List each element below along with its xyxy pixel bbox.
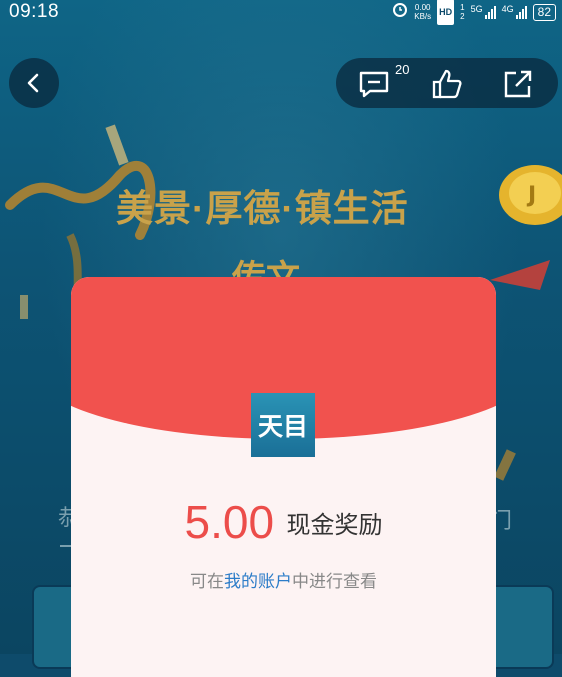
thumbs-up-icon	[432, 69, 462, 99]
signal-5g: 5G	[471, 5, 496, 19]
back-icon	[27, 73, 39, 93]
comment-count: 20	[395, 62, 410, 77]
reward-label: 现金奖励	[286, 511, 383, 539]
share-icon	[504, 70, 532, 98]
alarm-icon	[392, 0, 408, 24]
reward-amount: 5.00	[184, 496, 275, 548]
share-button[interactable]	[502, 68, 534, 100]
my-account-link[interactable]: 我的账户	[224, 572, 292, 591]
back-button[interactable]	[9, 58, 59, 108]
reward-amount-row: 5.00 现金奖励	[71, 495, 496, 549]
banner-subhead: 传文	[232, 259, 300, 280]
comment-icon	[359, 71, 389, 98]
svg-text:J: J	[526, 183, 536, 208]
red-packet-popup[interactable]: 天目 5.00 现金奖励 可在我的账户中进行查看	[71, 277, 496, 677]
status-bar: 09:18 0.00 KB/s HD 1 2 5G 4G 82	[0, 0, 562, 25]
article-action-bar: 20	[336, 58, 558, 108]
signal-4g: 4G	[502, 5, 527, 19]
hd-badge: HD	[437, 0, 455, 25]
comment-button[interactable]	[358, 68, 390, 100]
reward-hint: 可在我的账户中进行查看	[190, 572, 377, 591]
net-speed: 0.00 KB/s	[414, 3, 432, 21]
status-time: 09:18	[9, 1, 60, 22]
sim-indicator: 1 2	[460, 3, 465, 21]
app-logo: 天目	[251, 393, 315, 457]
battery-indicator: 82	[532, 3, 556, 21]
like-button[interactable]	[431, 68, 463, 100]
coin-decoration-right: J	[499, 165, 562, 225]
banner-headline: 美景·厚德·镇生活	[116, 188, 409, 229]
